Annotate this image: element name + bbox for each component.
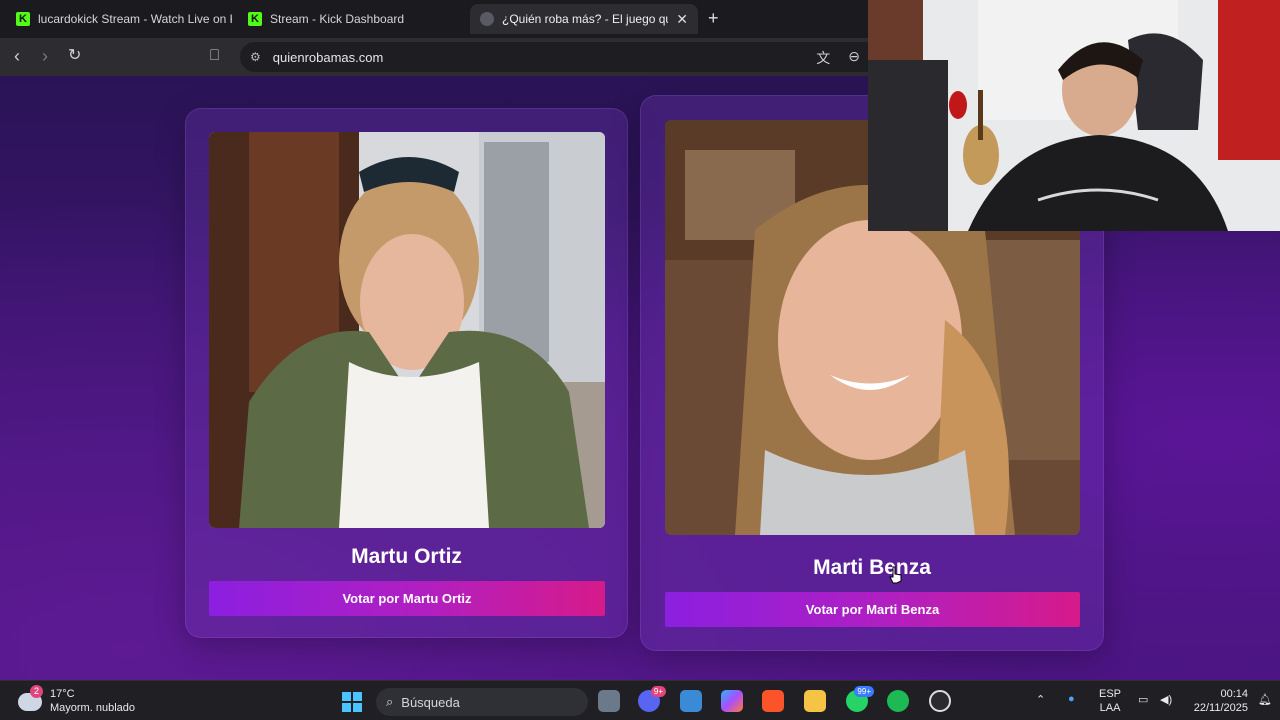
network-icon[interactable]: ▭ bbox=[1138, 693, 1148, 706]
search-icon: ⌕ bbox=[386, 694, 394, 709]
windows-start-icon[interactable] bbox=[342, 692, 362, 712]
lang-primary: ESP bbox=[1099, 688, 1122, 700]
vote-button-marti-benza[interactable]: Votar por Marti Benza bbox=[665, 592, 1080, 627]
obs-icon[interactable] bbox=[929, 690, 951, 712]
game-app-icon[interactable] bbox=[680, 690, 702, 712]
weather-temp: 17°C bbox=[50, 688, 75, 700]
translate-icon[interactable]: 文 bbox=[816, 48, 830, 68]
forward-icon[interactable]: › bbox=[42, 46, 48, 66]
clock-time: 00:14 bbox=[1220, 688, 1248, 700]
search-placeholder: Búsqueda bbox=[401, 694, 460, 710]
tab-lucardokick-stream[interactable]: K lucardokick Stream - Watch Live on K bbox=[6, 4, 232, 34]
tab-label: Stream - Kick Dashboard bbox=[270, 12, 405, 26]
weather-widget[interactable]: 2 17°C Mayorm. nublado bbox=[18, 685, 135, 715]
site-settings-icon[interactable]: ⚙ bbox=[250, 50, 261, 64]
back-icon[interactable]: ‹ bbox=[14, 46, 20, 66]
address-bar[interactable]: ⚙ quienrobamas.com 文 ⊖ bbox=[240, 42, 868, 72]
microphone-icon[interactable]: ● bbox=[1068, 693, 1075, 705]
language-indicator[interactable]: ESP LAA bbox=[1099, 687, 1121, 715]
clock-date: 22/11/2025 bbox=[1193, 702, 1248, 714]
taskbar-search[interactable]: ⌕ Búsqueda bbox=[376, 688, 588, 716]
weather-desc: Mayorm. nublado bbox=[50, 702, 135, 714]
kick-icon: K bbox=[16, 12, 30, 26]
game-icon bbox=[480, 12, 494, 26]
notification-badge: 2 bbox=[30, 685, 43, 698]
discord-badge: 9+ bbox=[650, 686, 666, 697]
whatsapp-badge: 99+ bbox=[854, 686, 874, 697]
copilot-icon[interactable] bbox=[721, 690, 743, 712]
bookmark-icon[interactable]: ⎕ bbox=[210, 46, 219, 66]
tab-quien-roba-mas[interactable]: ¿Quién roba más? - El juego que ✕ bbox=[470, 4, 698, 34]
whatsapp-icon[interactable]: 99+ bbox=[846, 686, 874, 712]
candidate-photo bbox=[209, 132, 605, 528]
windows-taskbar: 2 17°C Mayorm. nublado ⌕ Búsqueda 9+ 99+… bbox=[0, 680, 1280, 720]
close-tab-icon[interactable]: ✕ bbox=[676, 11, 688, 28]
zoom-icon[interactable]: ⊖ bbox=[848, 48, 860, 68]
kick-icon: K bbox=[248, 12, 262, 26]
browser-tab-bar: K lucardokick Stream - Watch Live on K K… bbox=[0, 0, 868, 38]
vote-button-martu-ortiz[interactable]: Votar por Martu Ortiz bbox=[209, 581, 605, 616]
candidate-card-1: Martu Ortiz Votar por Martu Ortiz bbox=[185, 108, 628, 638]
brave-browser-icon[interactable] bbox=[762, 690, 784, 712]
task-view-icon[interactable] bbox=[598, 690, 620, 712]
tab-label: lucardokick Stream - Watch Live on K bbox=[38, 12, 232, 26]
tab-label: ¿Quién roba más? - El juego que bbox=[502, 12, 669, 26]
file-explorer-icon[interactable] bbox=[804, 690, 826, 712]
candidate-name: Martu Ortiz bbox=[351, 545, 462, 568]
lang-secondary: LAA bbox=[1099, 702, 1121, 714]
notifications-bell-icon[interactable]: 🔔︎ bbox=[1258, 693, 1272, 706]
reload-icon[interactable]: ↻ bbox=[68, 46, 81, 66]
cloud-icon: 2 bbox=[18, 685, 43, 711]
chevron-up-icon[interactable]: ⌃ bbox=[1036, 693, 1045, 706]
webcam-overlay bbox=[868, 0, 1280, 231]
url-text: quienrobamas.com bbox=[272, 49, 384, 65]
system-clock[interactable]: 00:14 22/11/2025 bbox=[1194, 687, 1248, 715]
new-tab-icon[interactable]: + bbox=[708, 8, 719, 29]
hand-cursor-icon bbox=[889, 566, 903, 584]
tab-kick-dashboard[interactable]: K Stream - Kick Dashboard bbox=[238, 4, 464, 34]
candidate-name: Marti Benza bbox=[813, 556, 931, 579]
browser-toolbar: ‹ › ↻ ⎕ ⚙ quienrobamas.com 文 ⊖ bbox=[0, 38, 868, 76]
volume-icon[interactable]: ◀) bbox=[1160, 693, 1172, 706]
spotify-icon[interactable] bbox=[887, 690, 909, 712]
discord-icon[interactable]: 9+ bbox=[638, 686, 666, 712]
